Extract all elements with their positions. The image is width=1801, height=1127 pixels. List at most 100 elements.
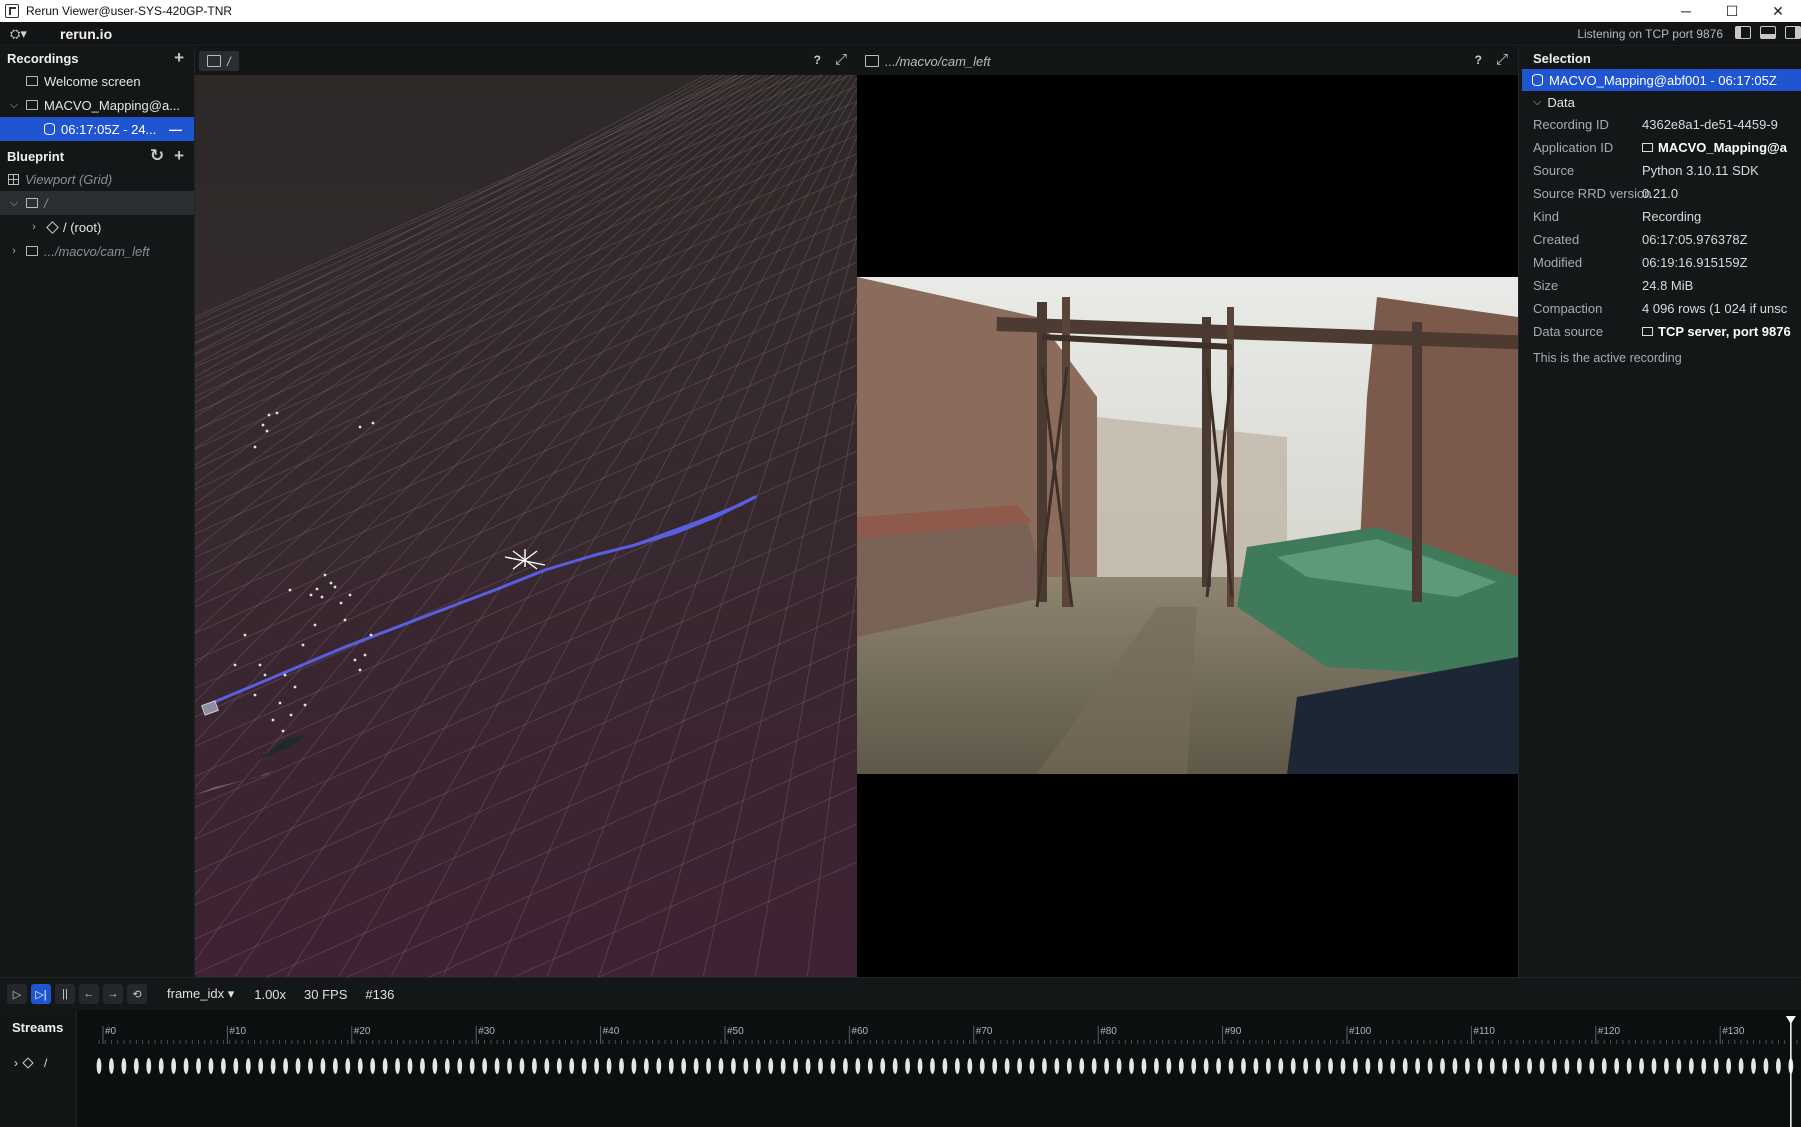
timeline-event-marker[interactable] bbox=[706, 1058, 711, 1074]
time-cursor-handle[interactable] bbox=[1785, 1016, 1796, 1024]
timeline-event-marker[interactable] bbox=[668, 1058, 674, 1074]
timeline-event-marker[interactable] bbox=[731, 1058, 736, 1074]
timeline-event-marker[interactable] bbox=[1415, 1058, 1421, 1074]
timeline-event-marker[interactable] bbox=[1129, 1058, 1134, 1074]
toggle-right-panel-icon[interactable] bbox=[1785, 26, 1801, 39]
recording-instance[interactable]: 06:17:05Z - 24... — bbox=[0, 117, 194, 141]
timeline-event-marker[interactable] bbox=[469, 1058, 475, 1074]
timeline-event-marker[interactable] bbox=[1315, 1058, 1321, 1074]
timeline-event-marker[interactable] bbox=[1651, 1058, 1657, 1074]
timeline-event-marker[interactable] bbox=[1688, 1058, 1694, 1074]
timeline-event-marker[interactable] bbox=[1763, 1058, 1769, 1074]
timeline-event-marker[interactable] bbox=[1066, 1058, 1072, 1074]
timeline-event-marker[interactable] bbox=[1004, 1058, 1010, 1074]
timeline-event-marker[interactable] bbox=[407, 1058, 413, 1074]
timeline-event-marker[interactable] bbox=[1054, 1058, 1060, 1074]
timeline-event-marker[interactable] bbox=[917, 1058, 923, 1074]
timeline-event-marker[interactable] bbox=[1440, 1058, 1445, 1074]
current-frame[interactable]: #136 bbox=[365, 987, 394, 1002]
toggle-left-panel-icon[interactable] bbox=[1735, 26, 1751, 39]
maximize-view-icon[interactable]: ⤢ bbox=[1496, 51, 1508, 68]
timeline-event-marker[interactable] bbox=[121, 1058, 127, 1074]
timeline-event-marker[interactable] bbox=[1726, 1058, 1732, 1074]
timeline-event-marker[interactable] bbox=[283, 1058, 288, 1074]
timeline-event-marker[interactable] bbox=[158, 1058, 164, 1074]
toggle-bottom-panel-icon[interactable] bbox=[1760, 26, 1776, 39]
timeline-event-marker[interactable] bbox=[1029, 1058, 1035, 1074]
blueprint-entity-root[interactable]: › / (root) bbox=[0, 215, 194, 239]
timeline-event-marker[interactable] bbox=[1079, 1058, 1085, 1074]
timeline-event-marker[interactable] bbox=[743, 1058, 749, 1074]
timeline-event-marker[interactable] bbox=[544, 1058, 550, 1074]
timeline-event-marker[interactable] bbox=[1265, 1058, 1271, 1074]
timeline-event-marker[interactable] bbox=[432, 1058, 438, 1074]
timeline-event-marker[interactable] bbox=[1576, 1058, 1582, 1074]
camera-view[interactable]: .../macvo/cam_left ? ⤢ bbox=[857, 47, 1518, 977]
timeline-event-marker[interactable] bbox=[556, 1058, 562, 1074]
timeline-event-marker[interactable] bbox=[606, 1058, 612, 1074]
timeline-event-marker[interactable] bbox=[332, 1058, 338, 1074]
timeline-event-marker[interactable] bbox=[208, 1058, 214, 1074]
chevron-down-icon[interactable]: ⌵ bbox=[8, 197, 20, 210]
timeline-event-marker[interactable] bbox=[619, 1058, 624, 1074]
step-back-icon[interactable]: ← bbox=[79, 984, 99, 1004]
timeline-event-marker[interactable] bbox=[818, 1058, 823, 1074]
timeline-event-marker[interactable] bbox=[1514, 1058, 1520, 1074]
timeline-event-marker[interactable] bbox=[1365, 1058, 1371, 1074]
timeline-event-marker[interactable] bbox=[258, 1058, 264, 1074]
timeline-event-marker[interactable] bbox=[532, 1058, 537, 1074]
timeline-event-marker[interactable] bbox=[1564, 1058, 1570, 1074]
timeline-event-marker[interactable] bbox=[1776, 1058, 1781, 1074]
timeline-event-marker[interactable] bbox=[1216, 1058, 1221, 1074]
timeline-event-marker[interactable] bbox=[133, 1058, 139, 1074]
timeline-event-marker[interactable] bbox=[693, 1058, 699, 1074]
timeline-event-marker[interactable] bbox=[96, 1058, 102, 1074]
timeline-selector[interactable]: frame_idx ▾ bbox=[167, 986, 234, 1002]
minimize-button[interactable]: ─ bbox=[1663, 0, 1709, 22]
timeline-event-marker[interactable] bbox=[1738, 1058, 1744, 1074]
timeline-event-marker[interactable] bbox=[382, 1058, 388, 1074]
timeline-event-marker[interactable] bbox=[1166, 1058, 1172, 1074]
timeline-event-marker[interactable] bbox=[1614, 1058, 1620, 1074]
timeline-event-marker[interactable] bbox=[1713, 1058, 1719, 1074]
chevron-right-icon[interactable]: › bbox=[14, 1056, 18, 1070]
timeline-event-marker[interactable] bbox=[395, 1058, 400, 1074]
blueprint-view-root[interactable]: ⌵ / bbox=[0, 191, 194, 215]
timeline-event-marker[interactable] bbox=[1154, 1058, 1159, 1074]
loop-icon[interactable]: ⟲ bbox=[127, 984, 147, 1004]
timeline-event-marker[interactable] bbox=[1676, 1058, 1682, 1074]
timeline-event-marker[interactable] bbox=[171, 1058, 177, 1074]
timeline-event-marker[interactable] bbox=[1178, 1058, 1184, 1074]
timeline-event-marker[interactable] bbox=[183, 1058, 189, 1074]
stream-entity-row[interactable]: › / bbox=[14, 1056, 47, 1070]
viewport-grid[interactable]: Viewport (Grid) bbox=[0, 167, 194, 191]
follow-icon[interactable]: ▷| bbox=[31, 984, 51, 1004]
rerun-menu-icon[interactable]: ⛭▾ bbox=[10, 26, 36, 42]
pause-icon[interactable]: || bbox=[55, 984, 75, 1004]
timeline-event-marker[interactable] bbox=[905, 1058, 910, 1074]
recording-macvo[interactable]: ⌵ MACVO_Mapping@a... bbox=[0, 93, 194, 117]
timeline-event-marker[interactable] bbox=[482, 1058, 488, 1074]
timeline-event-marker[interactable] bbox=[793, 1058, 799, 1074]
timeline-event-marker[interactable] bbox=[1116, 1058, 1122, 1074]
timeline-event-marker[interactable] bbox=[718, 1058, 724, 1074]
timeline-event-marker[interactable] bbox=[1502, 1058, 1508, 1074]
timeline-event-marker[interactable] bbox=[1751, 1058, 1756, 1074]
timeline-event-marker[interactable] bbox=[109, 1058, 114, 1074]
timeline-event-marker[interactable] bbox=[1626, 1058, 1632, 1074]
timeline-event-marker[interactable] bbox=[1278, 1058, 1284, 1074]
timeline-event-marker[interactable] bbox=[1639, 1058, 1644, 1074]
data-section-header[interactable]: ⌵ Data bbox=[1519, 91, 1801, 113]
timeline-event-marker[interactable] bbox=[594, 1058, 599, 1074]
timeline-event-marker[interactable] bbox=[146, 1058, 152, 1074]
close-recording-button[interactable]: — bbox=[169, 122, 182, 137]
timeline-event-marker[interactable] bbox=[656, 1058, 662, 1074]
recording-welcome-screen[interactable]: Welcome screen bbox=[0, 69, 194, 93]
timeline-event-marker[interactable] bbox=[1017, 1058, 1022, 1074]
timeline-event-marker[interactable] bbox=[1664, 1058, 1669, 1074]
timeline-event-marker[interactable] bbox=[1701, 1058, 1707, 1074]
blueprint-view-cam-left[interactable]: › .../macvo/cam_left bbox=[0, 239, 194, 263]
add-view-icon[interactable]: + bbox=[174, 147, 184, 164]
timeline-canvas[interactable]: #0 #10 #20 #30 #40 #50 #60 #70 #80 #90 #100 #110 #12… bbox=[77, 1010, 1801, 1127]
timeline-event-marker[interactable] bbox=[1452, 1058, 1458, 1074]
